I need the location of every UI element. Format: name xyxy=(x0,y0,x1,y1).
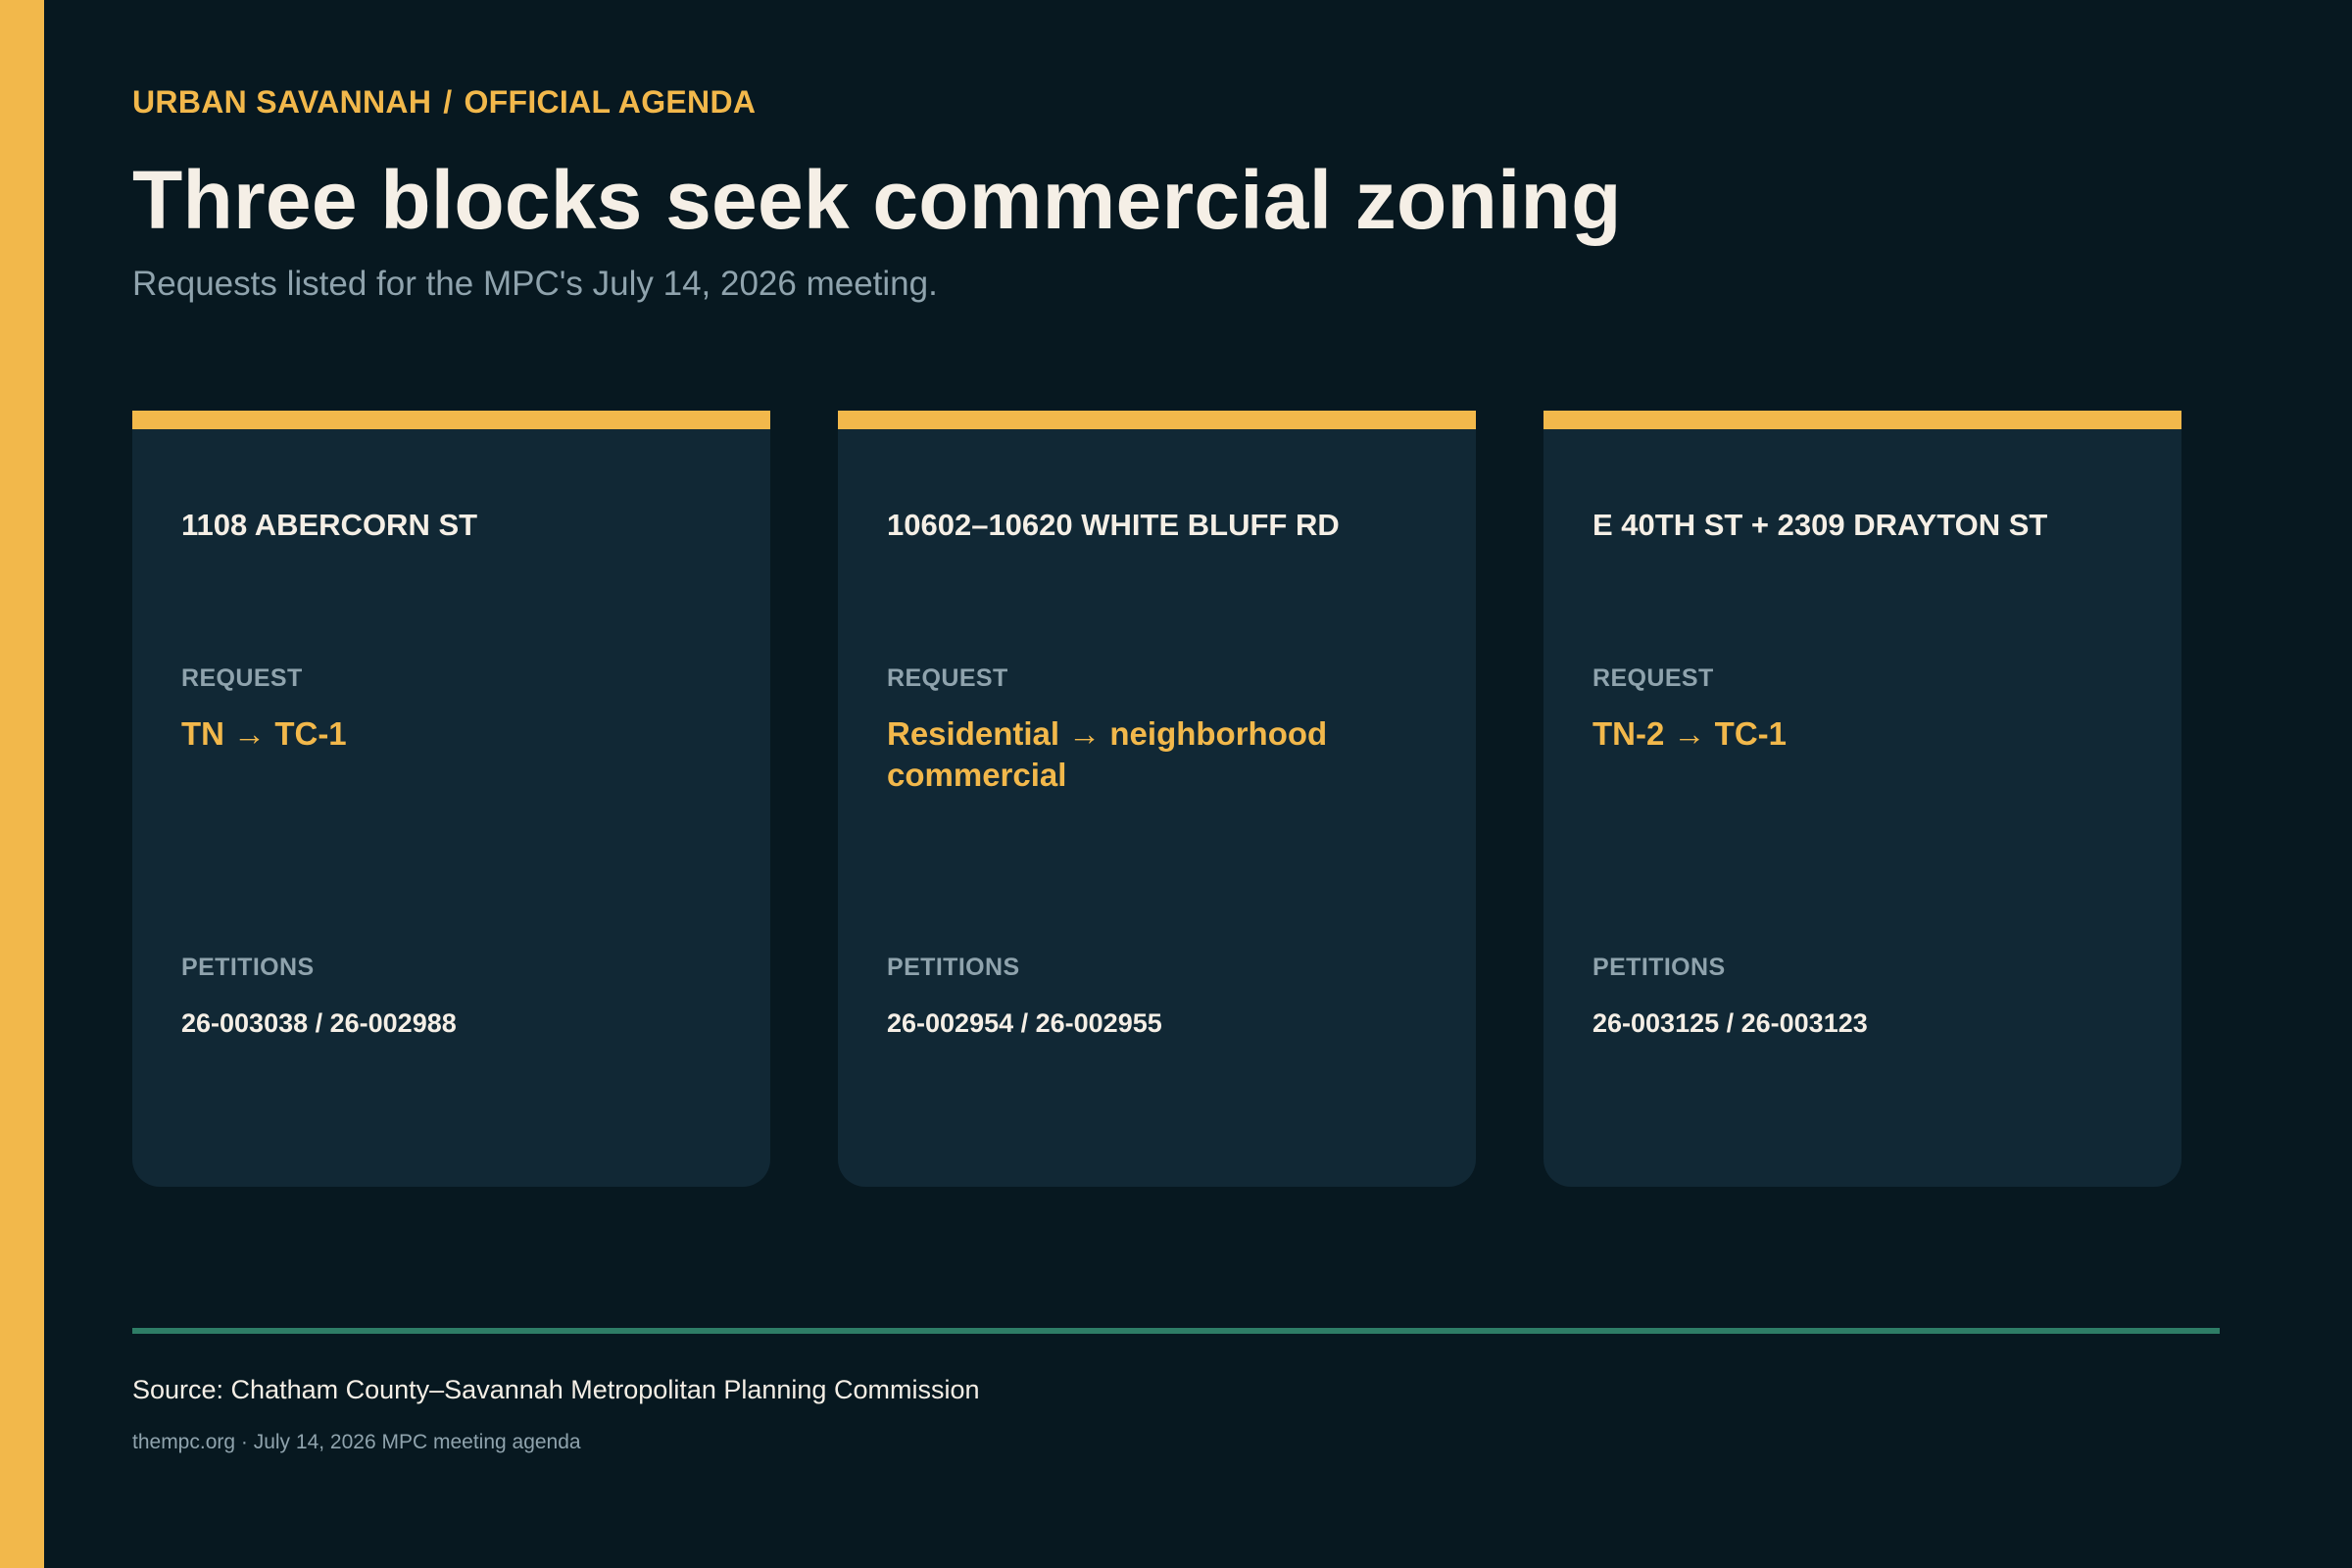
petitions-value: 26-002954 / 26-002955 xyxy=(887,1008,1162,1038)
zoning-graphic: URBAN SAVANNAH / OFFICIAL AGENDA Three blo… xyxy=(0,0,2352,1568)
request-cards: 1108 ABERCORN ST REQUEST TN → TC-1 PETIT… xyxy=(132,411,2181,1187)
side-accent-stripe xyxy=(0,0,44,1568)
request-value: TN → TC-1 xyxy=(181,715,347,752)
request-label: REQUEST xyxy=(887,664,1008,692)
petitions-value: 26-003125 / 26-003123 xyxy=(1592,1008,1868,1038)
request-card: 1108 ABERCORN ST REQUEST TN → TC-1 PETIT… xyxy=(132,411,770,1187)
card-address: 10602–10620 WHITE BLUFF RD xyxy=(887,508,1340,542)
kicker: URBAN SAVANNAH / OFFICIAL AGENDA xyxy=(132,84,756,121)
request-label: REQUEST xyxy=(181,664,303,692)
source-line: Source: Chatham County–Savannah Metropol… xyxy=(132,1375,980,1404)
petitions-value: 26-003038 / 26-002988 xyxy=(181,1008,457,1038)
petitions-label: PETITIONS xyxy=(181,954,315,981)
card-address: E 40TH ST + 2309 DRAYTON ST xyxy=(1592,508,2048,542)
publication-name: URBAN SAVANNAH xyxy=(132,84,432,120)
section-name: OFFICIAL AGENDA xyxy=(464,84,757,120)
page-subtitle: Requests listed for the MPC's July 14, 2… xyxy=(132,265,938,303)
request-card: E 40TH ST + 2309 DRAYTON ST REQUEST TN-2… xyxy=(1544,411,2181,1187)
petitions-label: PETITIONS xyxy=(887,954,1020,981)
kicker-separator: / xyxy=(443,84,453,120)
page-title: Three blocks seek commercial zoning xyxy=(132,154,1622,246)
request-value: TN-2 → TC-1 xyxy=(1592,715,1787,752)
source-note: thempc.org · July 14, 2026 MPC meeting a… xyxy=(132,1431,581,1453)
card-address: 1108 ABERCORN ST xyxy=(181,508,478,542)
request-card: 10602–10620 WHITE BLUFF RD REQUEST Resid… xyxy=(838,411,1476,1187)
petitions-label: PETITIONS xyxy=(1592,954,1726,981)
request-label: REQUEST xyxy=(1592,664,1714,692)
request-value: Residential → neighborhood commercial xyxy=(887,715,1328,793)
footer-divider xyxy=(132,1328,2220,1334)
